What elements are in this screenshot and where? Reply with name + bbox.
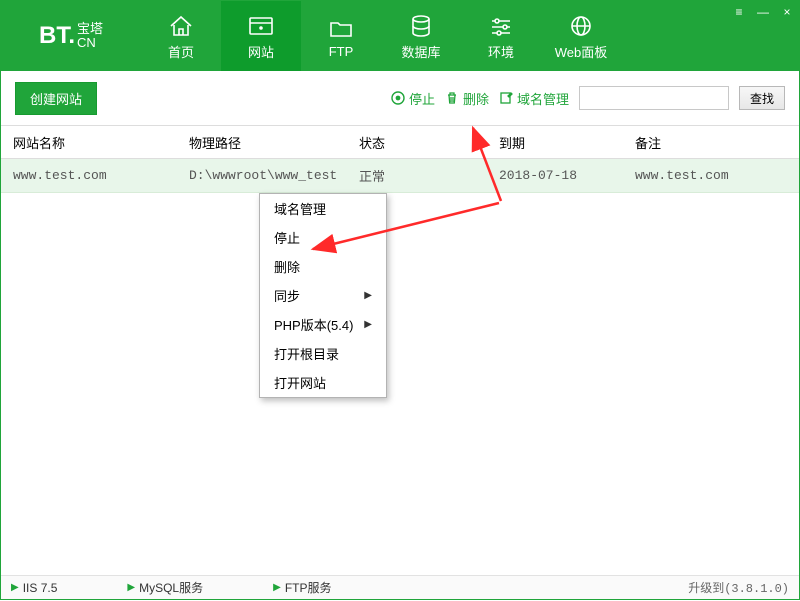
search-input[interactable] <box>579 86 729 110</box>
domain-manage-label: 域名管理 <box>517 89 569 108</box>
delete-button[interactable]: 删除 <box>445 89 489 108</box>
cell-note: www.test.com <box>623 168 799 183</box>
nav-env[interactable]: 环境 <box>461 1 541 71</box>
nav-home-label: 首页 <box>168 42 194 61</box>
sliders-icon <box>489 12 513 40</box>
window-minimize-button[interactable]: — <box>751 3 775 21</box>
table-row[interactable]: www.test.com D:\wwwroot\www_test 正常 2018… <box>1 159 799 193</box>
col-header-path[interactable]: 物理路径 <box>177 133 347 152</box>
database-icon <box>410 12 432 40</box>
logo-bt: BT <box>39 22 68 49</box>
nav-site[interactable]: 网站 <box>221 1 301 71</box>
nav-webpanel-label: Web面板 <box>555 42 608 61</box>
status-mysql[interactable]: ▶MySQL服务 <box>127 579 203 596</box>
nav-webpanel[interactable]: Web面板 <box>541 1 621 71</box>
col-header-name[interactable]: 网站名称 <box>1 133 177 152</box>
table-header: 网站名称 物理路径 状态 到期 备注 <box>1 125 799 159</box>
play-icon: ▶ <box>273 582 281 593</box>
status-ftp[interactable]: ▶FTP服务 <box>273 579 331 596</box>
nav-db[interactable]: 数据库 <box>381 1 461 71</box>
site-table: 网站名称 物理路径 状态 到期 备注 www.test.com D:\wwwro… <box>1 125 799 193</box>
ctx-open-root[interactable]: 打开根目录 <box>260 339 386 368</box>
nav-home[interactable]: 首页 <box>141 1 221 71</box>
window-menu-button[interactable]: ≡ <box>727 3 751 21</box>
logo-cn-top: 宝塔 <box>77 22 103 36</box>
ctx-domain-manage[interactable]: 域名管理 <box>260 194 386 223</box>
chevron-right-icon: ▶ <box>364 319 372 330</box>
nav-site-label: 网站 <box>248 42 274 61</box>
nav-ftp-label: FTP <box>329 44 354 59</box>
domain-manage-button[interactable]: 域名管理 <box>499 89 569 108</box>
ctx-php-version[interactable]: PHP版本(5.4)▶ <box>260 310 386 339</box>
ctx-delete[interactable]: 删除 <box>260 252 386 281</box>
stop-button[interactable]: 停止 <box>391 89 435 108</box>
context-menu: 域名管理 停止 删除 同步▶ PHP版本(5.4)▶ 打开根目录 打开网站 <box>259 193 387 398</box>
site-icon <box>247 12 275 40</box>
nav-ftp[interactable]: FTP <box>301 1 381 71</box>
ctx-open-site[interactable]: 打开网站 <box>260 368 386 397</box>
top-bar: BT. 宝塔 CN 首页 网站 FTP <box>1 1 799 71</box>
globe-icon <box>569 12 593 40</box>
create-site-button[interactable]: 创建网站 <box>15 82 97 115</box>
cell-status: 正常 <box>347 166 487 185</box>
col-header-note[interactable]: 备注 <box>623 133 799 152</box>
logo-dot: . <box>68 22 75 49</box>
stop-label: 停止 <box>409 89 435 108</box>
logo-cn-bot: CN <box>77 36 103 50</box>
stop-icon <box>391 91 405 105</box>
status-iis[interactable]: ▶IIS 7.5 <box>11 581 57 595</box>
status-bar: ▶IIS 7.5 ▶MySQL服务 ▶FTP服务 升级到(3.8.1.0) <box>1 575 799 599</box>
play-icon: ▶ <box>127 582 135 593</box>
col-header-expire[interactable]: 到期 <box>487 133 623 152</box>
folder-icon <box>328 14 354 42</box>
ctx-stop[interactable]: 停止 <box>260 223 386 252</box>
home-icon <box>168 12 194 40</box>
cell-expire: 2018-07-18 <box>487 168 623 183</box>
search-button[interactable]: 查找 <box>739 86 785 110</box>
nav-db-label: 数据库 <box>401 42 440 61</box>
window-close-button[interactable]: × <box>775 3 799 21</box>
trash-icon <box>445 91 459 105</box>
nav-env-label: 环境 <box>488 42 514 61</box>
top-nav: 首页 网站 FTP 数据库 环境 <box>141 1 621 71</box>
play-icon: ▶ <box>11 582 19 593</box>
cell-name: www.test.com <box>1 168 177 183</box>
logo: BT. 宝塔 CN <box>1 1 141 71</box>
toolbar: 创建网站 停止 删除 域名管理 查找 <box>1 71 799 125</box>
chevron-right-icon: ▶ <box>364 290 372 301</box>
col-header-status[interactable]: 状态 <box>347 133 487 152</box>
delete-label: 删除 <box>463 89 489 108</box>
cell-path: D:\wwwroot\www_test <box>177 168 347 183</box>
edit-icon <box>499 91 513 105</box>
version-label[interactable]: 升级到(3.8.1.0) <box>688 579 789 596</box>
ctx-sync[interactable]: 同步▶ <box>260 281 386 310</box>
